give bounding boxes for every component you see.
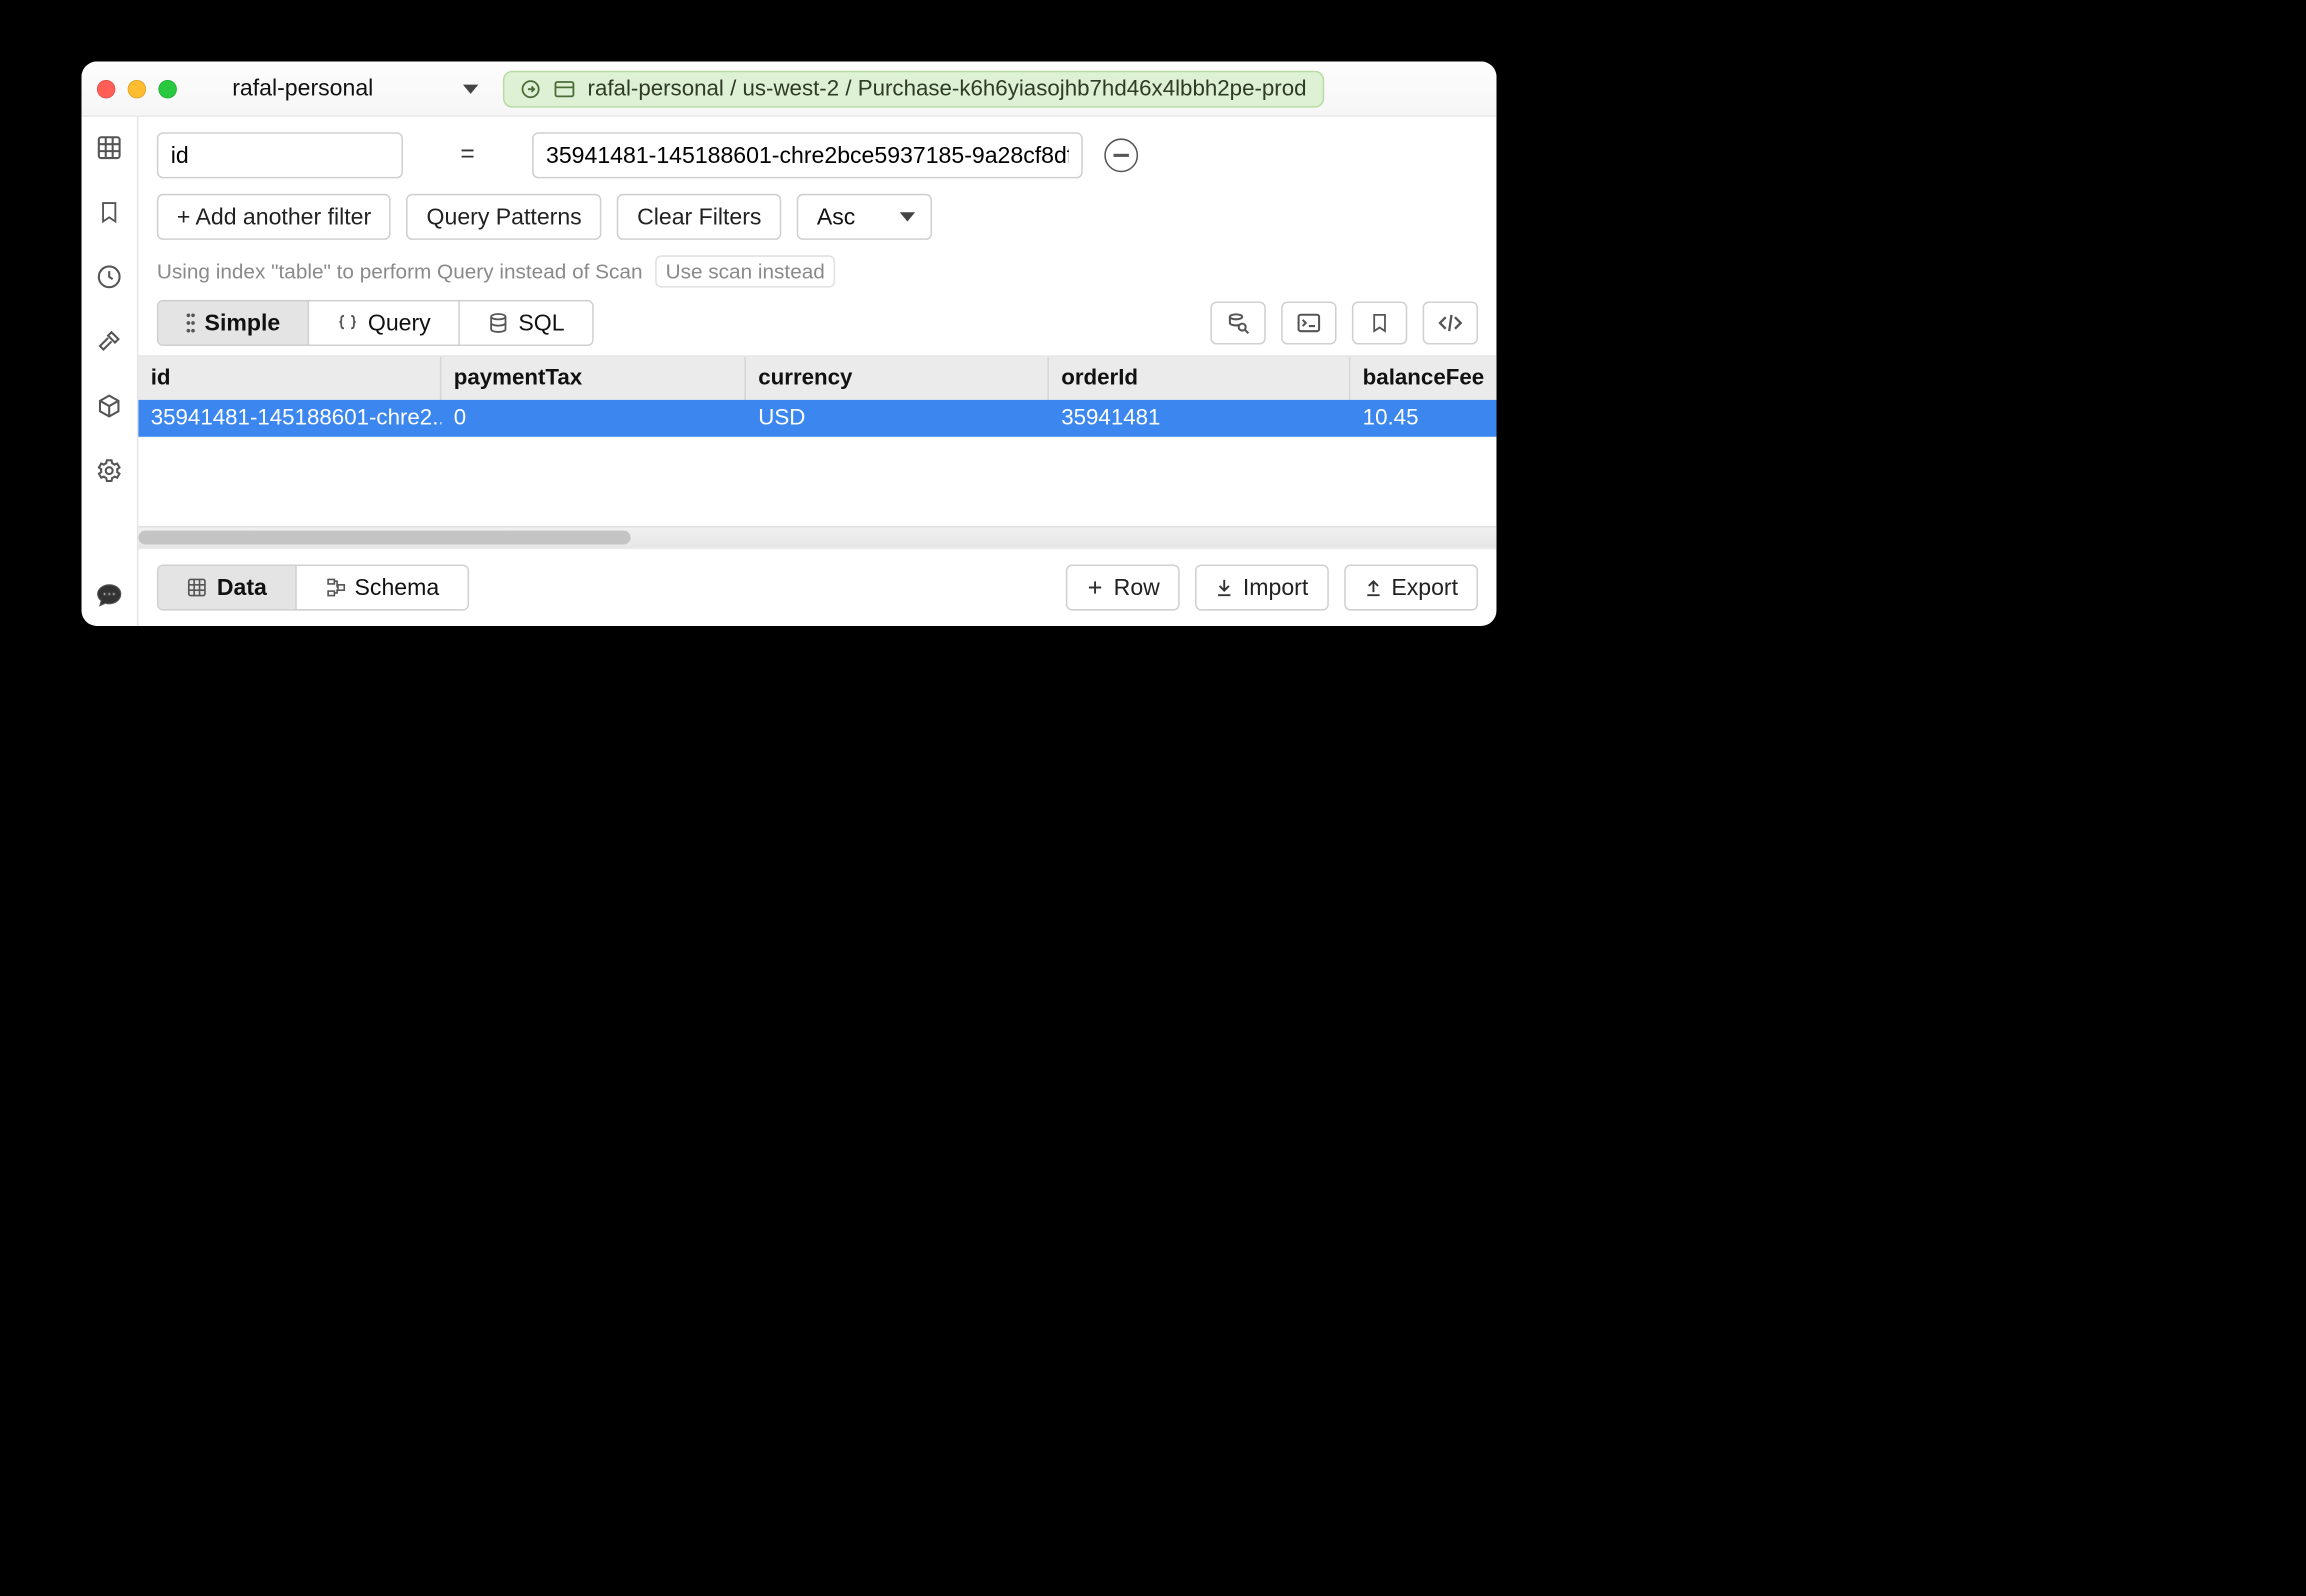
view-tabs-row: Simple Query SQL (138, 300, 1496, 355)
footer-tab-schema-label: Schema (355, 574, 440, 600)
sidebar-package[interactable] (91, 388, 128, 425)
query-hint-text: Using index "table" to perform Query ins… (157, 260, 643, 283)
view-mode-segment: Simple Query SQL (157, 300, 594, 346)
bookmark-icon (97, 198, 122, 226)
cell-paymenttax: 0 (441, 400, 746, 437)
filter-key-input[interactable] (157, 132, 403, 178)
sort-select-label: Asc (817, 204, 855, 230)
remove-filter-button[interactable] (1104, 138, 1138, 172)
enter-icon (520, 78, 542, 100)
braces-icon (337, 312, 359, 334)
add-filter-button[interactable]: + Add another filter (157, 194, 391, 240)
filter-row: = (138, 117, 1496, 188)
col-id[interactable]: id (138, 357, 441, 400)
table-icon (554, 79, 576, 97)
results-table: id paymentTax currency orderId balanceFe… (138, 355, 1496, 547)
grid-icon (186, 577, 208, 599)
cell-balancefee: 10.45 (1350, 400, 1496, 437)
sidebar (82, 117, 139, 626)
footer-tab-data-label: Data (217, 574, 267, 600)
footer-tab-data[interactable]: Data (158, 566, 296, 609)
filter-value-input[interactable] (532, 132, 1083, 178)
tab-query-label: Query (368, 310, 431, 336)
horizontal-scrollbar[interactable] (138, 526, 1496, 548)
handle-icon (186, 312, 195, 334)
terminal-icon (1297, 312, 1322, 334)
titlebar: rafal-personal rafal-personal / us-west-… (82, 62, 1497, 117)
schema-icon (324, 577, 346, 599)
col-orderid[interactable]: orderId (1049, 357, 1350, 400)
search-db-icon (1226, 311, 1251, 336)
chevron-down-icon (463, 84, 478, 93)
bookmark-icon (1369, 311, 1391, 336)
profile-name: rafal-personal (232, 75, 373, 101)
cell-id: 35941481-145188601-chre2... (138, 400, 441, 437)
code-icon (1436, 312, 1464, 334)
zoom-window-icon[interactable] (158, 79, 176, 97)
toolbar-search[interactable] (1210, 301, 1265, 344)
query-hint: Using index "table" to perform Query ins… (138, 255, 1496, 300)
filter-operator[interactable]: = (424, 141, 510, 169)
breadcrumb-pill[interactable]: rafal-personal / us-west-2 / Purchase-k6… (503, 70, 1324, 107)
table-header: id paymentTax currency orderId balanceFe… (138, 357, 1496, 400)
import-button[interactable]: Import (1195, 564, 1328, 610)
upload-icon (1364, 577, 1382, 599)
hammer-icon (95, 328, 123, 356)
tab-simple[interactable]: Simple (158, 301, 309, 344)
sidebar-build[interactable] (91, 323, 128, 360)
use-scan-button[interactable]: Use scan instead (655, 255, 836, 287)
grid-icon (95, 134, 123, 162)
sidebar-tables[interactable] (91, 129, 128, 166)
breadcrumb-text: rafal-personal / us-west-2 / Purchase-k6… (588, 76, 1307, 101)
toolbar-bookmark[interactable] (1352, 301, 1407, 344)
filter-actions: + Add another filter Query Patterns Clea… (138, 188, 1496, 256)
sort-select[interactable]: Asc (797, 194, 932, 240)
app-window: rafal-personal rafal-personal / us-west-… (82, 62, 1497, 626)
download-icon (1215, 577, 1233, 599)
query-patterns-button[interactable]: Query Patterns (407, 194, 602, 240)
window-controls (97, 79, 177, 97)
sidebar-feedback[interactable] (91, 577, 128, 614)
gear-icon (95, 457, 123, 485)
database-icon (488, 312, 510, 334)
chat-icon (95, 581, 123, 609)
col-currency[interactable]: currency (746, 357, 1049, 400)
tab-query[interactable]: Query (309, 301, 460, 344)
footer: Data Schema Row Import (138, 548, 1496, 626)
table-row[interactable]: 35941481-145188601-chre2... 0 USD 359414… (138, 400, 1496, 437)
col-paymenttax[interactable]: paymentTax (441, 357, 746, 400)
sidebar-bookmarks[interactable] (91, 194, 128, 231)
add-row-label: Row (1114, 574, 1160, 600)
tab-sql-label: SQL (518, 310, 564, 336)
minimize-window-icon[interactable] (128, 79, 146, 97)
col-balancefee[interactable]: balanceFee (1350, 357, 1496, 400)
export-label: Export (1391, 574, 1458, 600)
import-label: Import (1243, 574, 1308, 600)
toolbar-console[interactable] (1281, 301, 1336, 344)
cell-orderid: 35941481 (1049, 400, 1350, 437)
add-row-button[interactable]: Row (1066, 564, 1180, 610)
clear-filters-button[interactable]: Clear Filters (617, 194, 781, 240)
cell-currency: USD (746, 400, 1049, 437)
history-icon (95, 263, 123, 291)
footer-tab-schema[interactable]: Schema (296, 566, 467, 609)
sidebar-settings[interactable] (91, 452, 128, 489)
close-window-icon[interactable] (97, 79, 115, 97)
toolbar-code[interactable] (1423, 301, 1478, 344)
tab-sql[interactable]: SQL (460, 301, 592, 344)
profile-selector[interactable]: rafal-personal (232, 75, 478, 101)
export-button[interactable]: Export (1344, 564, 1478, 610)
plus-icon (1086, 578, 1104, 596)
footer-segment: Data Schema (157, 564, 469, 610)
tab-simple-label: Simple (205, 310, 281, 336)
sidebar-history[interactable] (91, 258, 128, 295)
cube-icon (95, 392, 123, 420)
